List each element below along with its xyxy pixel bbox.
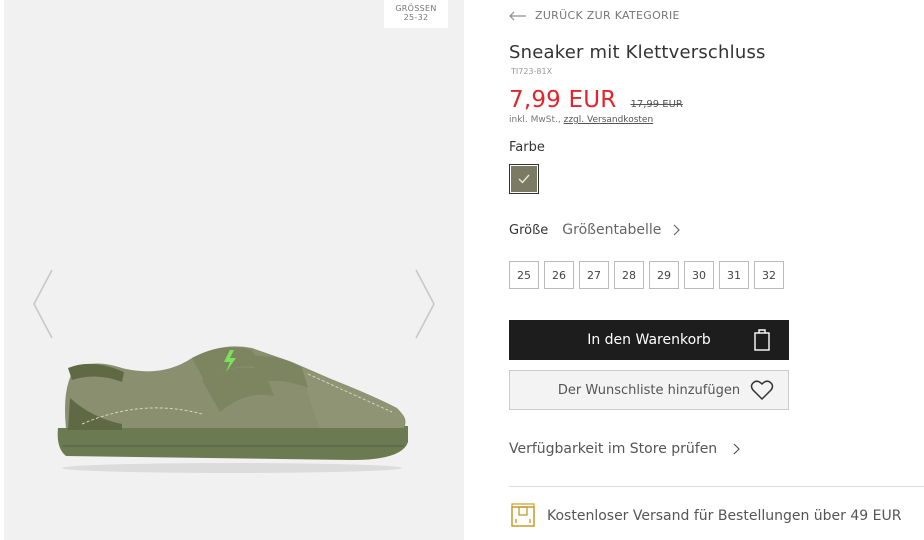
price-row: 7,99 EUR 17,99 EUR (509, 87, 683, 113)
chevron-right-icon (733, 443, 741, 455)
back-to-category-link[interactable]: ZURÜCK ZUR KATEGORIE (509, 9, 680, 22)
size-option[interactable]: 29 (649, 261, 679, 289)
section-divider (509, 486, 924, 487)
product-title: Sneaker mit Klettverschluss (509, 42, 766, 63)
color-swatch-fill (511, 166, 537, 192)
check-icon (518, 174, 530, 184)
product-page: GRÖSSEN 25-32 ZURÜCK ZUR KATEGORIE Sneak… (0, 0, 924, 540)
size-option[interactable]: 25 (509, 261, 539, 289)
free-shipping-info: Kostenloser Versand für Bestellungen übe… (510, 503, 901, 529)
old-price: 17,99 EUR (630, 99, 683, 110)
size-option[interactable]: 26 (544, 261, 574, 289)
add-to-cart-button[interactable]: In den Warenkorb (509, 320, 789, 360)
heart-icon (750, 380, 774, 401)
size-option[interactable]: 30 (684, 261, 714, 289)
size-badge-title: GRÖSSEN (395, 4, 437, 13)
color-label: Farbe (509, 140, 545, 155)
size-header: Größe Größentabelle (509, 222, 681, 238)
size-label: Größe (509, 222, 549, 238)
tax-prefix: inkl. MwSt., (509, 115, 561, 125)
size-option[interactable]: 28 (614, 261, 644, 289)
product-image (57, 346, 409, 473)
size-option[interactable]: 31 (719, 261, 749, 289)
current-price: 7,99 EUR (509, 87, 617, 113)
shipping-costs-link[interactable]: zzgl. Versandkosten (564, 115, 654, 125)
add-to-wishlist-label: Der Wunschliste hinzufügen (557, 382, 741, 398)
store-availability-label: Verfügbarkeit im Store prüfen (509, 441, 718, 457)
gallery-next-button[interactable] (412, 268, 438, 340)
gallery-edge (0, 0, 4, 540)
product-gallery: GRÖSSEN 25-32 (0, 0, 464, 540)
arrow-left-icon (509, 11, 526, 20)
store-availability-link[interactable]: Verfügbarkeit im Store prüfen (509, 441, 741, 457)
back-link-label: ZURÜCK ZUR KATEGORIE (535, 9, 680, 22)
tax-info: inkl. MwSt., zzgl. Versandkosten (509, 115, 653, 125)
product-sku: TI723-81X (511, 67, 553, 76)
box-icon (511, 503, 535, 527)
size-range-badge: GRÖSSEN 25-32 (384, 0, 448, 28)
size-badge-range: 25-32 (403, 13, 429, 22)
shopping-bag-icon (754, 329, 770, 351)
size-option[interactable]: 27 (579, 261, 609, 289)
size-chart-link[interactable]: Größentabelle (562, 222, 681, 238)
color-swatch[interactable] (509, 164, 539, 194)
size-chart-label: Größentabelle (562, 222, 662, 238)
free-shipping-label: Kostenloser Versand für Bestellungen übe… (547, 508, 902, 524)
add-to-cart-label: In den Warenkorb (587, 332, 711, 348)
chevron-right-icon (415, 269, 435, 339)
size-option[interactable]: 32 (754, 261, 784, 289)
chevron-right-icon (673, 224, 681, 236)
add-to-wishlist-button[interactable]: Der Wunschliste hinzufügen (509, 370, 789, 410)
size-options: 25 26 27 28 29 30 31 32 (509, 261, 784, 289)
